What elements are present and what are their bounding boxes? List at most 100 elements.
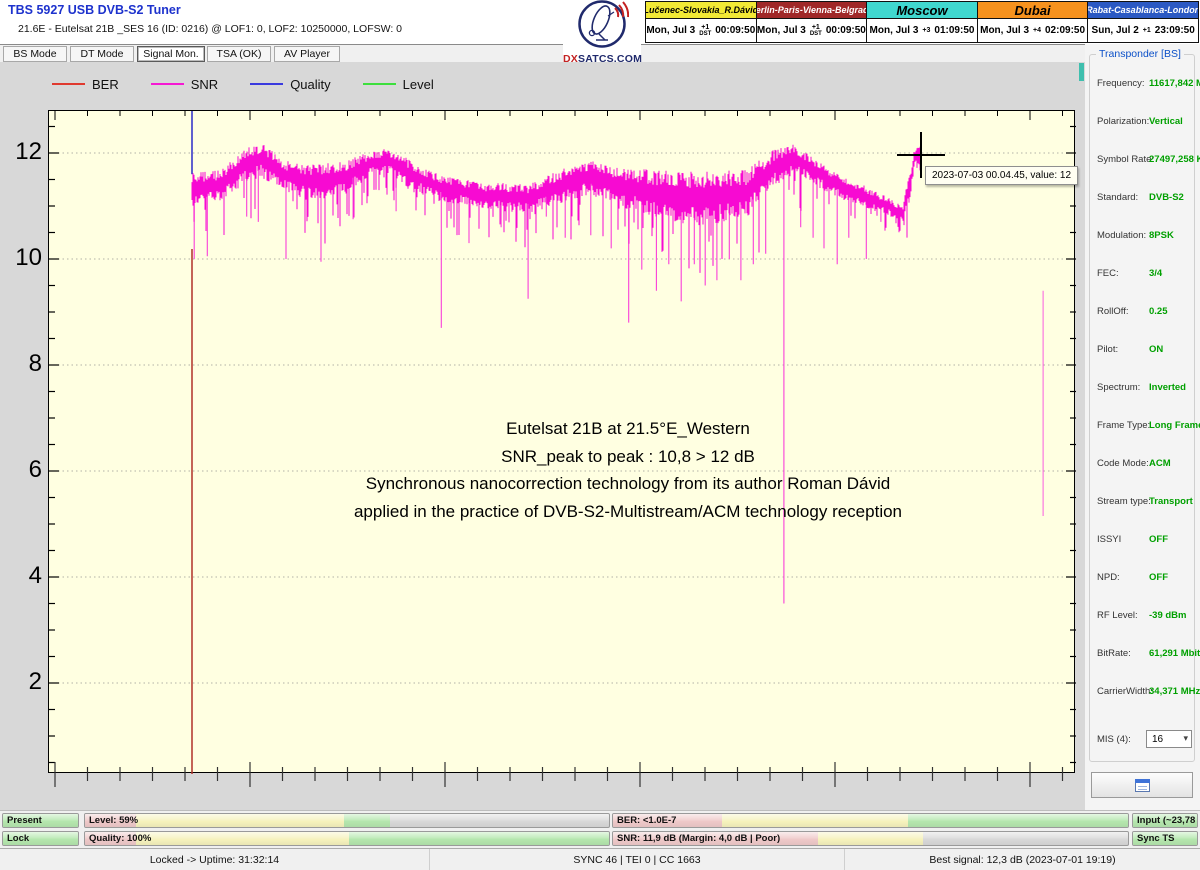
transponder-row: Frame Type:Long Frame <box>1097 420 1193 431</box>
status-sync-counters: SYNC 46 | TEI 0 | CC 1663 <box>430 849 845 870</box>
transponder-row: ISSYIOFF <box>1097 534 1193 545</box>
status-gauges: PresentLevel: 59%BER: <1.0E-7Input (~23,… <box>0 810 1200 848</box>
legend-item-level: Level <box>363 77 466 92</box>
clock-time-value: Mon, Jul 3+402:09:50 <box>978 19 1088 42</box>
clock-city-label: Lučenec-Slovakia_R.Dávid <box>646 2 756 19</box>
tuner-subtitle: 21.6E - Eutelsat 21B _SES 16 (ID: 0216) … <box>18 23 402 35</box>
transponder-row-value: ON <box>1149 344 1163 355</box>
cursor-tooltip: 2023-07-03 00.04.45, value: 12 <box>925 166 1078 185</box>
transponder-row-value: OFF <box>1149 534 1168 545</box>
legend-label: SNR <box>191 77 218 92</box>
transponder-row: RF Level:-39 dBm <box>1097 610 1193 621</box>
legend-line-ber <box>52 83 85 85</box>
app-title: TBS 5927 USB DVB-S2 Tuner <box>8 3 181 17</box>
gauge-ber: BER: <1.0E-7 <box>612 813 1129 828</box>
gauge-quality: Quality: 100% <box>84 831 610 846</box>
annotation-line-3: Synchronous nanocorrection technology fr… <box>128 470 1128 498</box>
transponder-row-value: 61,291 Mbit/s <box>1149 648 1200 659</box>
clock-2: Berlin-Paris-Vienna-BelgradeMon, Jul 3+1… <box>756 2 867 42</box>
y-tick-label-10: 10 <box>0 243 42 273</box>
clock-date: Mon, Jul 3 <box>870 25 919 36</box>
satellite-dish-icon <box>575 0 629 48</box>
clock-time-value: Sun, Jul 2+123:09:50 <box>1088 19 1198 42</box>
legend-line-quality <box>250 83 283 85</box>
y-tick-label-2: 2 <box>0 667 42 697</box>
gauge-label-lock: Lock <box>7 833 29 844</box>
tz-offset-sup: +1 <box>701 24 709 31</box>
transponder-row: RollOff:0.25 <box>1097 306 1193 317</box>
annotation-line-2: SNR_peak to peak : 10,8 > 12 dB <box>128 443 1128 471</box>
transponder-row-value: DVB-S2 <box>1149 192 1184 203</box>
clock-time-value: Mon, Jul 3+1DST00:09:50 <box>757 19 867 42</box>
transponder-row-label: CarrierWidth: <box>1097 686 1149 697</box>
world-clocks-panel: Lučenec-Slovakia_R.DávidMon, Jul 3+1DST0… <box>645 1 1199 43</box>
clock-hms: 00:09:50 <box>715 25 755 36</box>
gauge-input: Input (~23,78 Mbps) <box>1132 813 1198 828</box>
gauge-shine <box>613 814 1128 827</box>
tab-tsa-ok-[interactable]: TSA (OK) <box>207 46 271 62</box>
clock-timezone-offset: +3 <box>922 27 930 34</box>
y-tick-label-8: 8 <box>0 349 42 379</box>
logo-text-satcs: SATCS.COM <box>578 53 642 65</box>
transponder-row-label: RollOff: <box>1097 306 1149 317</box>
chevron-down-icon: ▾ <box>1183 733 1188 744</box>
logo-text-dx: DX <box>563 53 578 65</box>
transponder-panel: Transponder [BS] Frequency:11617,842 MHz… <box>1085 44 1200 810</box>
legend-item-snr: SNR <box>151 77 250 92</box>
chart-annotation: Eutelsat 21B at 21.5°E_Western SNR_peak … <box>128 415 1128 525</box>
clock-date: Mon, Jul 3 <box>980 25 1029 36</box>
gauge-level: Level: 59% <box>84 813 610 828</box>
transponder-row-value: Transport <box>1149 496 1193 507</box>
gauge-shine <box>85 814 609 827</box>
clock-city-label: Dubai <box>978 2 1088 19</box>
clock-date: Sun, Jul 2 <box>1092 25 1139 36</box>
legend-line-level <box>363 83 396 85</box>
gauge-label-sync: Sync TS <box>1137 833 1175 844</box>
clock-date: Mon, Jul 3 <box>757 25 806 36</box>
legend-label: BER <box>92 77 119 92</box>
stream-list-button[interactable] <box>1091 772 1193 798</box>
y-tick-label-12: 12 <box>0 137 42 167</box>
transponder-row: Stream type:Transport <box>1097 496 1193 507</box>
gauge-shine <box>85 832 609 845</box>
transponder-row-label: NPD: <box>1097 572 1149 583</box>
tab-dt-mode[interactable]: DT Mode <box>70 46 134 62</box>
transponder-row: Frequency:11617,842 MHz <box>1097 78 1193 89</box>
transponder-row-label: Polarization: <box>1097 116 1149 127</box>
transponder-row: Symbol Rate:27497,258 KS/s <box>1097 154 1193 165</box>
splitter-handle[interactable] <box>1079 63 1084 81</box>
transponder-row-value: 11617,842 MHz <box>1149 78 1200 89</box>
dxsatcs-logo: DXSATCS.COM <box>563 0 641 62</box>
transponder-row-value: ACM <box>1149 458 1171 469</box>
transponder-row-label: FEC: <box>1097 268 1149 279</box>
transponder-row-value: 8PSK <box>1149 230 1174 241</box>
tab-bs-mode[interactable]: BS Mode <box>3 46 67 62</box>
legend-item-quality: Quality <box>250 77 362 92</box>
transponder-row: Pilot:ON <box>1097 344 1193 355</box>
gauge-snr: SNR: 11,9 dB (Margin: 4,0 dB | Poor) <box>612 831 1129 846</box>
mis-dropdown[interactable]: 16 ▾ <box>1146 730 1192 748</box>
tab-signal-mon-[interactable]: Signal Mon. <box>137 46 205 62</box>
clock-hms: 02:09:50 <box>1045 25 1085 36</box>
transponder-row: Modulation:8PSK <box>1097 230 1193 241</box>
chart-legend: BER SNR Quality Level <box>52 76 466 92</box>
transponder-row-label: Frame Type: <box>1097 420 1149 431</box>
logo-text: DXSATCS.COM <box>563 53 641 65</box>
clock-time-value: Mon, Jul 3+1DST00:09:50 <box>646 19 756 42</box>
gauge-label-input: Input (~23,78 Mbps) <box>1137 815 1198 826</box>
annotation-line-4: applied in the practice of DVB-S2-Multis… <box>128 498 1128 526</box>
status-best-signal: Best signal: 12,3 dB (2023-07-01 19:19) <box>845 849 1200 870</box>
clock-timezone-offset: +1DST <box>699 24 711 37</box>
legend-item-ber: BER <box>52 77 151 92</box>
clock-timezone-offset: +1 <box>1143 27 1151 34</box>
clock-4: DubaiMon, Jul 3+402:09:50 <box>977 2 1088 42</box>
transponder-row-label: RF Level: <box>1097 610 1149 621</box>
tz-dst-label: DST <box>699 31 711 37</box>
transponder-row: Spectrum:Inverted <box>1097 382 1193 393</box>
tab-av-player[interactable]: AV Player <box>274 46 340 62</box>
legend-label: Quality <box>290 77 330 92</box>
transponder-row: NPD:OFF <box>1097 572 1193 583</box>
clock-timezone-offset: +1DST <box>810 24 822 37</box>
gauge-lock: Lock <box>2 831 79 846</box>
transponder-row-label: ISSYI <box>1097 534 1149 545</box>
